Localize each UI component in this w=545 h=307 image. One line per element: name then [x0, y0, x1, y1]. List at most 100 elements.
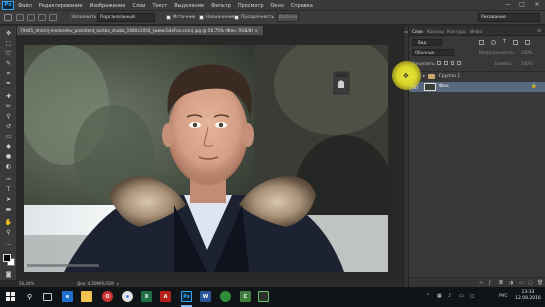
document-info[interactable]: Док: 4,50М/9,01М — [77, 280, 114, 287]
close-button[interactable]: ✕ — [530, 0, 544, 11]
eyedropper-tool-icon[interactable]: ✒ — [4, 79, 13, 88]
menu-filter[interactable]: Фильтр — [211, 3, 231, 9]
layer-row-background[interactable]: Фон 🔒 — [409, 82, 545, 92]
filter-shape-icon[interactable] — [513, 40, 519, 45]
blend-mode-dropdown[interactable]: Обычные — [412, 49, 454, 56]
delete-layer-icon[interactable]: 🗑 — [537, 280, 543, 286]
volume-icon[interactable]: ♪ — [448, 293, 451, 299]
filter-adjustment-icon[interactable] — [491, 40, 496, 45]
add-mask-icon[interactable]: ◘ — [499, 280, 503, 286]
selection-intersect-icon[interactable] — [49, 14, 57, 21]
battery-icon[interactable]: ▭ — [459, 293, 464, 299]
layer-name[interactable]: Фон — [439, 82, 449, 92]
minimize-button[interactable]: — — [501, 0, 515, 11]
shape-tool-icon[interactable]: ▬ — [4, 205, 13, 214]
menu-window[interactable]: Окно — [271, 3, 284, 9]
foreground-color-swatch[interactable] — [3, 254, 11, 262]
paint-bucket-tool-icon[interactable]: ◆ — [4, 142, 13, 151]
menu-layers[interactable]: Слои — [132, 3, 145, 9]
link-layers-icon[interactable]: ∞ — [479, 280, 483, 286]
task-view-icon[interactable] — [43, 293, 52, 301]
tab-paths[interactable]: Контуры — [447, 29, 466, 34]
workspace-dropdown[interactable]: Рисование — [478, 13, 540, 22]
selection-new-icon[interactable] — [16, 14, 24, 21]
notification-icon[interactable]: ◻ — [470, 293, 474, 299]
selection-add-icon[interactable] — [27, 14, 35, 21]
destination-checkbox[interactable] — [199, 15, 204, 20]
menu-help[interactable]: Справка — [291, 3, 313, 9]
tab-channels[interactable]: Каналы — [427, 29, 444, 34]
filter-smart-icon[interactable] — [525, 40, 531, 45]
lock-transparent-icon[interactable] — [437, 61, 441, 65]
menu-file[interactable]: Файл — [18, 3, 32, 9]
recorder-icon[interactable] — [258, 291, 269, 302]
clone-stamp-tool-icon[interactable]: ⚲ — [4, 112, 13, 121]
tool-preset-icon[interactable] — [4, 14, 12, 21]
new-layer-icon[interactable]: ▢ — [528, 280, 533, 286]
lock-all-icon[interactable] — [457, 61, 461, 65]
tab-info[interactable]: Инфо — [470, 29, 482, 34]
layer-style-icon[interactable]: ƒ — [489, 280, 491, 286]
lock-position-icon[interactable] — [450, 61, 455, 65]
menu-view[interactable]: Просмотр — [238, 3, 264, 9]
healing-brush-tool-icon[interactable]: ✚ — [4, 92, 13, 101]
messenger-icon[interactable] — [220, 291, 231, 302]
maximize-button[interactable]: □ — [515, 0, 529, 11]
edge-browser-icon[interactable]: e — [62, 291, 73, 302]
search-icon[interactable]: ⚲ — [24, 291, 35, 302]
tab-layers[interactable]: Слои — [412, 29, 423, 34]
transparency-checkbox[interactable] — [234, 15, 239, 20]
camtasia-icon[interactable]: C — [240, 291, 251, 302]
zoom-tool-icon[interactable]: ⚲ — [4, 228, 13, 237]
filter-type-icon[interactable]: T — [503, 40, 506, 45]
blur-tool-icon[interactable]: ● — [4, 152, 13, 161]
status-arrow-icon[interactable]: ▸ — [117, 280, 119, 287]
crop-tool-icon[interactable]: ⌗ — [4, 69, 13, 78]
menu-type[interactable]: Текст — [152, 3, 167, 9]
type-tool-icon[interactable]: T — [4, 185, 13, 194]
chrome-browser-icon[interactable] — [122, 291, 133, 302]
fill-value[interactable]: 100% — [521, 61, 532, 66]
dodge-tool-icon[interactable]: ◐ — [4, 162, 13, 171]
hand-tool-icon[interactable]: ✋ — [4, 218, 13, 227]
eraser-tool-icon[interactable]: ▭ — [4, 132, 13, 141]
word-icon[interactable]: W — [200, 291, 211, 302]
expand-arrow-icon[interactable]: ▸ — [423, 72, 425, 82]
menu-select[interactable]: Выделение — [174, 3, 204, 9]
excel-icon[interactable]: X — [141, 291, 152, 302]
path-select-tool-icon[interactable]: ➤ — [4, 195, 13, 204]
layer-name[interactable]: Группа 1 — [439, 72, 460, 82]
adjustment-layer-icon[interactable]: ◑ — [509, 280, 513, 286]
acrobat-icon[interactable]: A — [160, 291, 171, 302]
system-clock[interactable]: 13:33 12.08.2016 — [515, 290, 541, 302]
panel-menu-icon[interactable]: ≡ — [537, 28, 541, 34]
new-group-icon[interactable]: ▭ — [519, 280, 524, 286]
lasso-tool-icon[interactable]: ➰ — [4, 49, 13, 58]
network-icon[interactable]: ▦ — [437, 293, 442, 299]
quick-select-tool-icon[interactable]: ✎ — [4, 59, 13, 68]
brush-tool-icon[interactable]: ✏ — [4, 102, 13, 111]
history-brush-tool-icon[interactable]: ↺ — [4, 122, 13, 131]
pen-tool-icon[interactable]: ✑ — [4, 175, 13, 184]
fill-mode-dropdown[interactable]: Порганальный — [97, 13, 155, 22]
source-checkbox[interactable] — [166, 15, 171, 20]
zoom-level[interactable]: 56,44% — [19, 280, 34, 287]
tray-up-arrow-icon[interactable]: ⌃ — [426, 293, 430, 299]
opera-browser-icon[interactable]: O — [102, 291, 113, 302]
marquee-tool-icon[interactable]: ⬚ — [4, 39, 13, 48]
use-pattern-button[interactable]: Шаблон — [277, 13, 299, 22]
photoshop-taskbar-icon[interactable]: Ps — [181, 291, 192, 302]
document-tab[interactable]: 79445_dmitrij-medvedev_prezident_kurtka_… — [17, 26, 264, 35]
menu-edit[interactable]: Редактирование — [39, 3, 83, 9]
quick-mask-icon[interactable]: ◙ — [4, 270, 13, 279]
kind-filter-dropdown[interactable]: Вид — [412, 39, 442, 46]
move-tool-icon[interactable]: ✥ — [4, 29, 13, 38]
input-language[interactable]: РУС — [499, 294, 508, 299]
filter-pixel-icon[interactable] — [479, 40, 484, 45]
selection-subtract-icon[interactable] — [38, 14, 46, 21]
windows-start-icon[interactable] — [6, 292, 15, 301]
file-explorer-icon[interactable] — [81, 291, 92, 302]
layer-row-group[interactable]: ▸ Группа 1 — [409, 71, 545, 81]
opacity-value[interactable]: 100% — [521, 50, 532, 55]
lock-pixels-icon[interactable] — [443, 61, 448, 65]
